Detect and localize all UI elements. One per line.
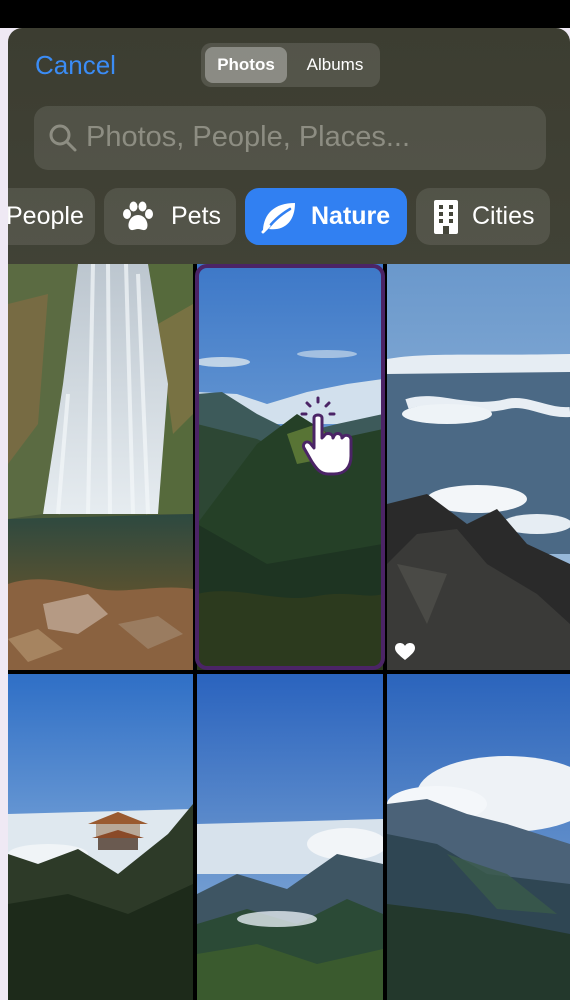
tap-hand-cursor-icon (300, 396, 353, 476)
cloudy-mountainside-photo (387, 674, 570, 1000)
waterfall-photo (8, 264, 193, 670)
photo-thumbnail[interactable] (197, 674, 383, 1000)
sea-of-clouds-photo (387, 264, 570, 670)
status-bar (0, 0, 570, 28)
category-label: Cities (472, 202, 535, 230)
search-placeholder: Photos, People, Places... (86, 121, 411, 153)
photo-grid (8, 264, 570, 1000)
paw-icon (123, 201, 153, 231)
cloud-ridges-photo (197, 674, 383, 1000)
category-chip-cities[interactable]: Cities (416, 188, 550, 245)
photo-thumbnail[interactable] (387, 264, 570, 670)
building-icon (434, 200, 458, 234)
source-segmented-control: Photos Albums (201, 43, 380, 87)
segment-albums[interactable]: Albums (293, 47, 377, 83)
photo-thumbnail[interactable] (387, 674, 570, 1000)
category-label: Pets (171, 202, 222, 230)
category-chip-pets[interactable]: Pets (104, 188, 236, 245)
category-label: Nature (311, 202, 391, 230)
category-label: People (8, 202, 84, 230)
favorite-heart-icon (395, 643, 415, 660)
cancel-button[interactable]: Cancel (35, 50, 116, 81)
pagoda-photo (8, 674, 193, 1000)
segment-photos[interactable]: Photos (205, 47, 287, 83)
search-icon (49, 124, 77, 152)
leaf-icon (261, 203, 295, 234)
photo-thumbnail[interactable] (8, 264, 193, 670)
search-field[interactable]: Photos, People, Places... (34, 106, 546, 170)
photo-picker-sheet: Cancel Photos Albums Photos, People, Pla… (8, 28, 570, 1000)
category-chip-people[interactable]: People (8, 188, 95, 245)
photo-thumbnail[interactable] (8, 674, 193, 1000)
category-chip-nature[interactable]: Nature (245, 188, 407, 245)
